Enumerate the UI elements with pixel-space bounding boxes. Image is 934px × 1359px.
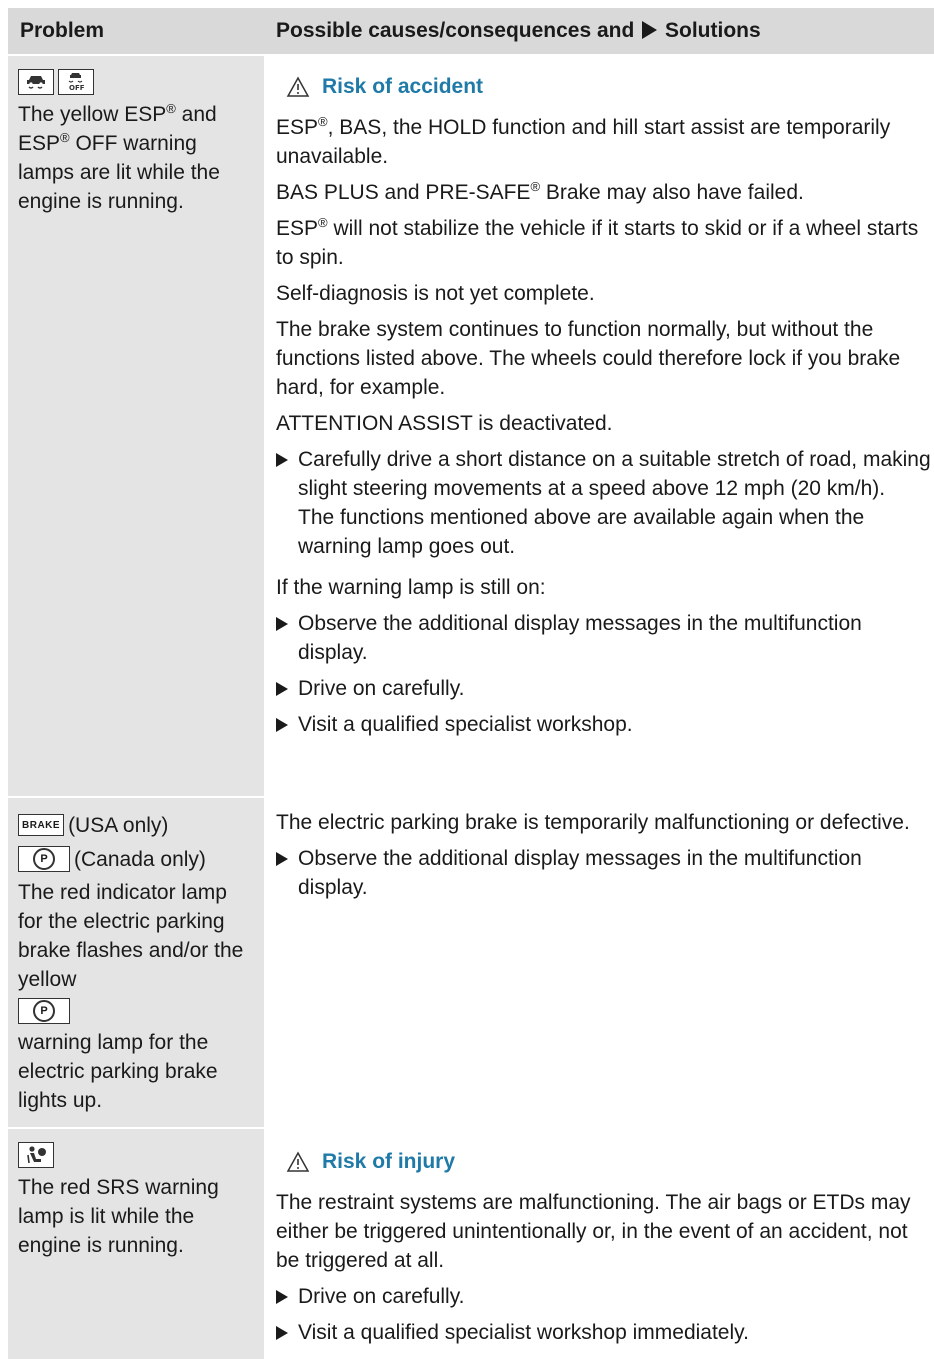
arrow-icon — [642, 21, 658, 39]
problem-description: The yellow ESP® and ESP® OFF warning lam… — [18, 101, 220, 213]
list-item: Visit a qualified specialist workshop im… — [276, 1318, 934, 1347]
problem-cell: OFF The yellow ESP® and ESP® OFF warning… — [8, 56, 264, 796]
table-row: The red SRS warning lamp is lit while th… — [8, 1127, 934, 1359]
svg-text:OFF: OFF — [69, 84, 85, 92]
paragraph: BAS PLUS and PRE-SAFE® Brake may also ha… — [276, 179, 804, 204]
header-problem: Problem — [20, 19, 105, 42]
bullet-arrow-icon — [276, 1326, 288, 1340]
bullet-arrow-icon — [276, 852, 288, 866]
list-item: Observe the additional display messages … — [276, 609, 934, 667]
solution-cell: Risk of injury The restraint systems are… — [264, 1129, 934, 1359]
list-item: Carefully drive a short distance on a su… — [276, 445, 934, 561]
warning-triangle-icon — [286, 1150, 310, 1172]
troubleshooting-table: Problem Possible causes/consequences and… — [8, 8, 934, 1359]
paragraph: If the warning lamp is still on: — [276, 576, 546, 599]
bullet-arrow-icon — [276, 453, 288, 467]
bullet-arrow-icon — [276, 682, 288, 696]
paragraph: The restraint systems are malfunctioning… — [276, 1191, 911, 1272]
problem-cell: The red SRS warning lamp is lit while th… — [8, 1129, 264, 1359]
parking-brake-icon: P — [18, 998, 70, 1024]
paragraph: ATTENTION ASSIST is deactivated. — [276, 412, 613, 435]
bullet-arrow-icon — [276, 1290, 288, 1304]
list-item: Visit a qualified specialist workshop. — [276, 710, 934, 739]
paragraph: The electric parking brake is temporaril… — [276, 811, 910, 834]
list-item: Drive on carefully. — [276, 674, 934, 703]
brake-warning-icon: BRAKE — [18, 814, 65, 836]
problem-cell: BRAKE (USA only) P (Canada only) The red… — [8, 798, 264, 1127]
bullet-arrow-icon — [276, 617, 288, 631]
problem-description: warning lamp for the electric parking br… — [18, 1031, 218, 1112]
paragraph: The brake system continues to function n… — [276, 318, 901, 399]
table-row: BRAKE (USA only) P (Canada only) The red… — [8, 796, 934, 1127]
esp-warning-icon — [18, 69, 54, 95]
parking-brake-icon: P — [18, 846, 70, 872]
list-item: Drive on carefully. — [276, 1282, 934, 1311]
warning-triangle-icon — [286, 75, 310, 97]
problem-description: The red SRS warning lamp is lit while th… — [18, 1176, 219, 1257]
risk-of-accident-warning: Risk of accident — [286, 72, 934, 101]
bullet-arrow-icon — [276, 718, 288, 732]
list-item: Observe the additional display messages … — [276, 844, 934, 902]
solution-cell: The electric parking brake is temporaril… — [264, 798, 934, 1127]
table-header: Problem Possible causes/consequences and… — [8, 8, 934, 54]
srs-warning-icon — [18, 1142, 54, 1168]
risk-of-injury-warning: Risk of injury — [286, 1147, 934, 1176]
paragraph: Self-diagnosis is not yet complete. — [276, 282, 595, 305]
paragraph: ESP® will not stabilize the vehicle if i… — [276, 215, 919, 269]
solution-cell: Risk of accident ESP®, BAS, the HOLD fun… — [264, 56, 934, 796]
header-solutions: Possible causes/consequences and Solutio… — [276, 19, 761, 42]
table-row: OFF The yellow ESP® and ESP® OFF warning… — [8, 54, 934, 796]
paragraph: ESP®, BAS, the HOLD function and hill st… — [276, 114, 891, 168]
esp-off-warning-icon: OFF — [58, 69, 94, 95]
problem-description: The red indicator lamp for the electric … — [18, 881, 244, 991]
